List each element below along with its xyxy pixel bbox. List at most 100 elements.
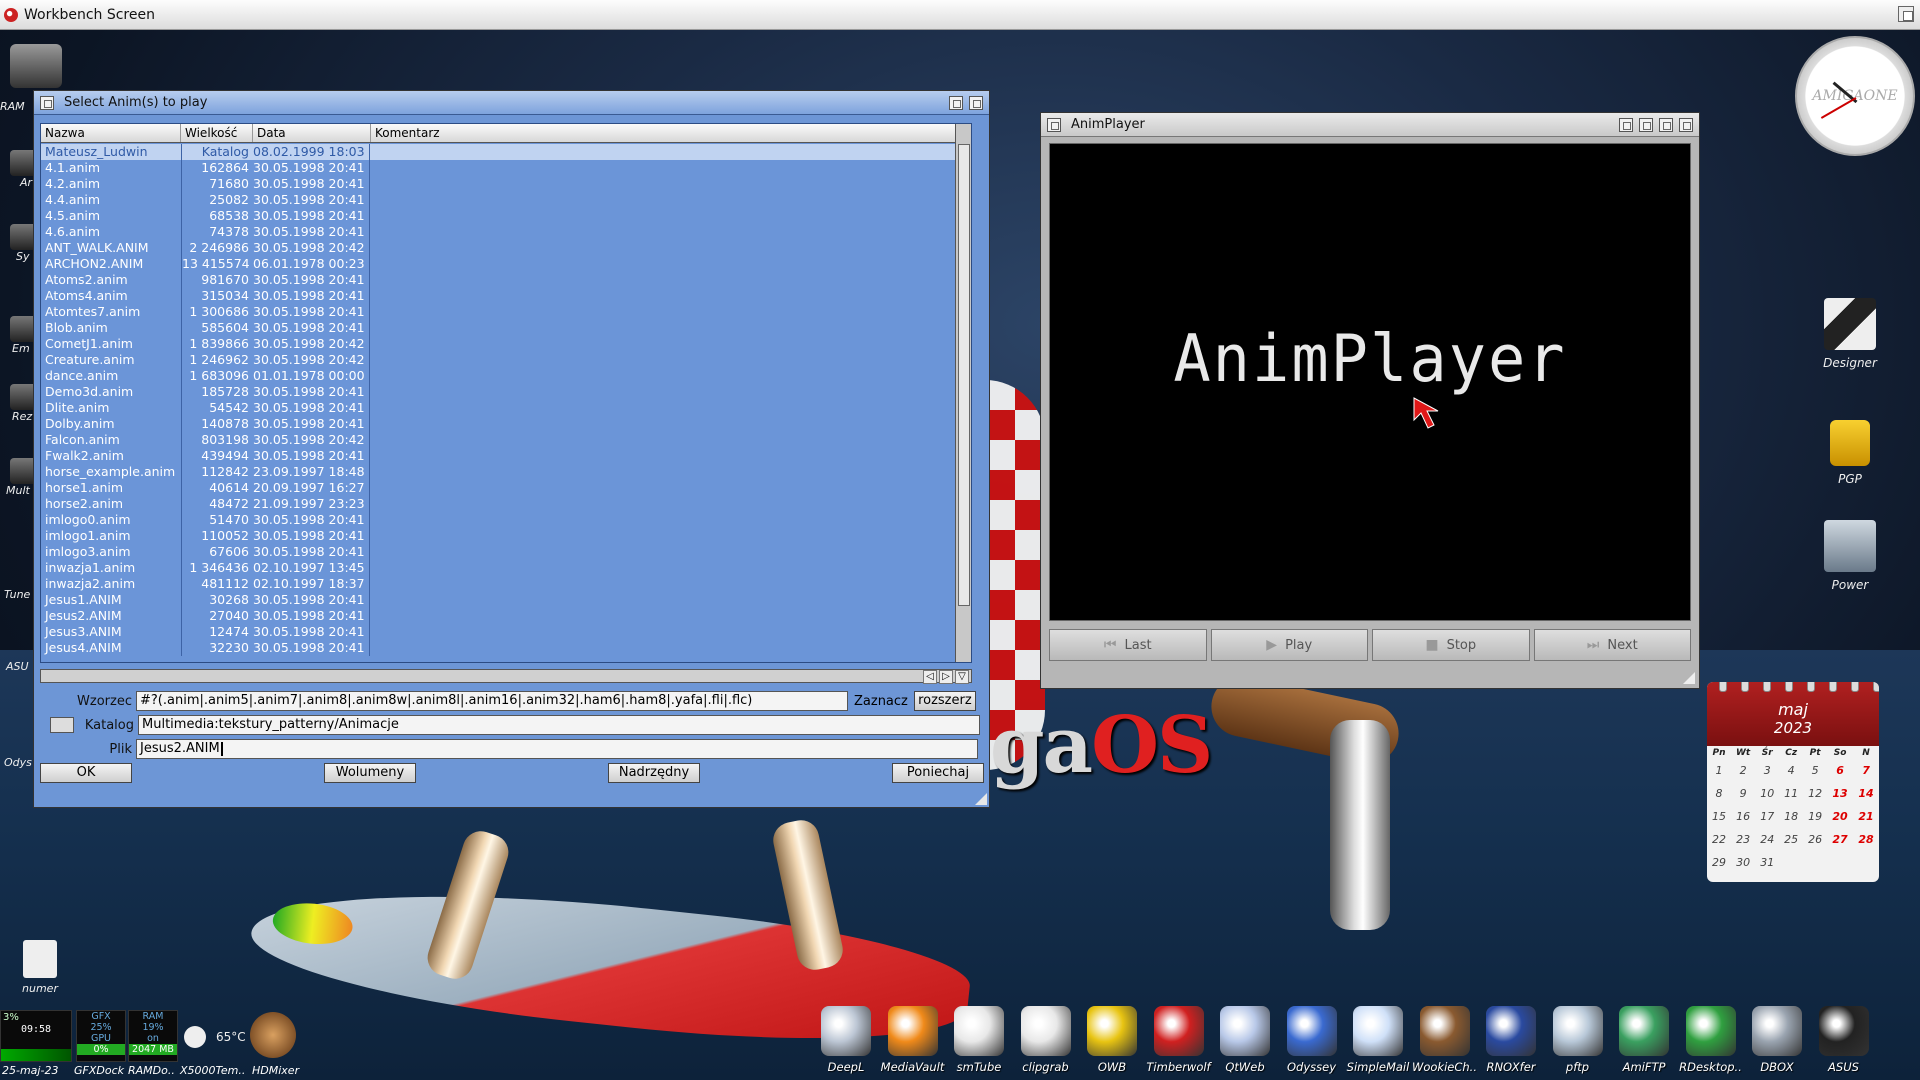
parent-button[interactable]: Nadrzędny — [608, 763, 700, 783]
dock-item-simplemail[interactable]: SimpleMail — [1344, 1006, 1412, 1080]
calendar-day[interactable]: 4 — [1779, 759, 1803, 782]
file-row[interactable]: horse2.anim 48472 21.09.1997 23:23 — [41, 496, 961, 512]
dock-item-rdesktop[interactable]: RDesktop.. — [1677, 1006, 1745, 1080]
dock-item-asus[interactable]: ASUS — [1810, 1006, 1878, 1080]
stop-button[interactable]: ■ Stop — [1372, 629, 1530, 661]
file-row[interactable]: horse_example.anim 112842 23.09.1997 18:48 — [41, 464, 961, 480]
calendar-day[interactable]: 5 — [1803, 759, 1827, 782]
next-button[interactable]: ⏭ Next — [1533, 629, 1691, 661]
calendar-day[interactable]: 17 — [1755, 805, 1779, 828]
drawer-field[interactable]: Multimedia:tekstury_patterny/Animacje — [138, 715, 980, 735]
file-row[interactable]: Blob.anim 585604 30.05.1998 20:41 — [41, 320, 961, 336]
calendar-day[interactable]: 14 — [1853, 782, 1879, 805]
calendar-day[interactable]: 19 — [1803, 805, 1827, 828]
calendar-day[interactable]: 8 — [1707, 782, 1731, 805]
player-titlebar[interactable]: AnimPlayer — [1041, 113, 1699, 137]
column-comment[interactable]: Komentarz — [371, 124, 957, 142]
file-row[interactable]: horse1.anim 40614 20.09.1997 16:27 — [41, 480, 961, 496]
horizontal-scrollbar[interactable]: ◁ ▷ ▽ — [40, 669, 972, 684]
calendar-day[interactable]: 22 — [1707, 828, 1731, 851]
file-row[interactable]: Fwalk2.anim 439494 30.05.1998 20:41 — [41, 448, 961, 464]
calendar-day[interactable]: 9 — [1731, 782, 1755, 805]
dock-item-deepl[interactable]: DeepL — [812, 1006, 880, 1080]
file-row[interactable]: Jesus1.ANIM 30268 30.05.1998 20:41 — [41, 592, 961, 608]
calendar-day[interactable]: 6 — [1827, 759, 1853, 782]
file-row[interactable]: imlogo1.anim 110052 30.05.1998 20:41 — [41, 528, 961, 544]
dock-item-mediavault[interactable]: MediaVault — [879, 1006, 947, 1080]
desktop-icon-numer[interactable]: numer — [10, 940, 70, 995]
file-row[interactable]: inwazja2.anim 481112 02.10.1997 18:37 — [41, 576, 961, 592]
dock-item-rnoxfer[interactable]: RNOXfer — [1477, 1006, 1545, 1080]
file-row[interactable]: 4.6.anim 74378 30.05.1998 20:41 — [41, 224, 961, 240]
calendar-day[interactable]: 21 — [1853, 805, 1879, 828]
dock-item-qtweb[interactable]: QtWeb — [1211, 1006, 1279, 1080]
dock-item-owb[interactable]: OWB — [1078, 1006, 1146, 1080]
calendar-day[interactable]: 13 — [1827, 782, 1853, 805]
dock-item-pftp[interactable]: pftp — [1544, 1006, 1612, 1080]
calendar-day[interactable]: 27 — [1827, 828, 1853, 851]
file-row[interactable]: Atoms4.anim 315034 30.05.1998 20:41 — [41, 288, 961, 304]
pattern-field[interactable]: #?(.anim|.anim5|.anim7|.anim8|.anim8w|.a… — [136, 691, 848, 711]
file-row[interactable]: Dlite.anim 54542 30.05.1998 20:41 — [41, 400, 961, 416]
file-row[interactable]: dance.anim 1 683096 01.01.1978 00:00 — [41, 368, 961, 384]
calendar-day[interactable]: 15 — [1707, 805, 1731, 828]
file-row[interactable]: Dolby.anim 140878 30.05.1998 20:41 — [41, 416, 961, 432]
file-field[interactable]: Jesus2.ANIM — [136, 739, 978, 759]
calendar-day[interactable]: 30 — [1731, 851, 1755, 874]
dock-item-timberwolf[interactable]: Timberwolf — [1145, 1006, 1213, 1080]
dock-item-amiftp[interactable]: AmiFTP — [1610, 1006, 1678, 1080]
file-row[interactable]: 4.4.anim 25082 30.05.1998 20:41 — [41, 192, 961, 208]
desktop-icon-power[interactable]: Power — [1800, 520, 1900, 592]
dock-item-wookiech[interactable]: WookieCh.. — [1411, 1006, 1479, 1080]
directory-row[interactable]: Mateusz_Ludwin Katalog 08.02.1999 18:03 — [41, 144, 961, 160]
dock-item-odyssey[interactable]: Odyssey — [1278, 1006, 1346, 1080]
desktop-icon-pgp[interactable]: PGP — [1800, 420, 1900, 486]
file-row[interactable]: Atoms2.anim 981670 30.05.1998 20:41 — [41, 272, 961, 288]
scroll-down-arrow-icon[interactable]: ▽ — [955, 670, 969, 684]
calendar-day[interactable]: 1 — [1707, 759, 1731, 782]
file-row[interactable]: ANT_WALK.ANIM 2 246986 30.05.1998 20:42 — [41, 240, 961, 256]
calendar-day[interactable]: 24 — [1755, 828, 1779, 851]
file-row[interactable]: imlogo3.anim 67606 30.05.1998 20:41 — [41, 544, 961, 560]
dock-item-dbox[interactable]: DBOX — [1743, 1006, 1811, 1080]
file-requester-window[interactable]: Select Anim(s) to play Nazwa Wielkość Da… — [33, 90, 990, 808]
analog-clock[interactable]: AMIGAONE — [1795, 36, 1915, 156]
ok-button[interactable]: OK — [40, 763, 132, 783]
iconify-gadget-icon[interactable] — [1619, 118, 1633, 132]
calendar-day[interactable]: 28 — [1853, 828, 1879, 851]
depth-gadget-icon[interactable] — [1679, 118, 1693, 132]
calendar-day[interactable]: 12 — [1803, 782, 1827, 805]
calendar-day[interactable]: 2 — [1731, 759, 1755, 782]
drawer-checkbox[interactable] — [50, 717, 74, 733]
volumes-button[interactable]: Wolumeny — [324, 763, 416, 783]
calendar-day[interactable]: 26 — [1803, 828, 1827, 851]
dock-item-smtube[interactable]: smTube — [945, 1006, 1013, 1080]
expand-button[interactable]: rozszerz — [913, 691, 976, 711]
calendar-day[interactable]: 20 — [1827, 805, 1853, 828]
screen-titlebar[interactable]: Workbench Screen — [0, 0, 1920, 30]
column-size[interactable]: Wielkość — [181, 124, 253, 142]
cancel-button[interactable]: Poniechaj — [892, 763, 984, 783]
file-row[interactable]: Falcon.anim 803198 30.05.1998 20:42 — [41, 432, 961, 448]
calendar-day[interactable]: 31 — [1755, 851, 1779, 874]
file-list[interactable]: Nazwa Wielkość Data Komentarz Mateusz_Lu… — [40, 123, 972, 663]
desktop-icon-designer[interactable]: Designer — [1800, 298, 1900, 370]
snapshot-gadget-icon[interactable] — [1639, 118, 1653, 132]
last-button[interactable]: ⏮ Last — [1049, 629, 1207, 661]
play-button[interactable]: ▶ Play — [1210, 629, 1368, 661]
file-row[interactable]: CometJ1.anim 1 839866 30.05.1998 20:42 — [41, 336, 961, 352]
scroll-knob[interactable] — [958, 144, 970, 606]
calendar-day[interactable]: 16 — [1731, 805, 1755, 828]
requester-titlebar[interactable]: Select Anim(s) to play — [34, 91, 989, 115]
file-row[interactable]: 4.5.anim 68538 30.05.1998 20:41 — [41, 208, 961, 224]
file-row[interactable]: imlogo0.anim 51470 30.05.1998 20:41 — [41, 512, 961, 528]
column-date[interactable]: Data — [253, 124, 371, 142]
calendar-day[interactable]: 18 — [1779, 805, 1803, 828]
file-row[interactable]: inwazja1.anim 1 346436 02.10.1997 13:45 — [41, 560, 961, 576]
screen-depth-gadget[interactable] — [1898, 6, 1914, 22]
ram-disk-icon[interactable] — [10, 44, 62, 88]
calendar-day[interactable]: 10 — [1755, 782, 1779, 805]
file-row[interactable]: Atomtes7.anim 1 300686 30.05.1998 20:41 — [41, 304, 961, 320]
calendar-day[interactable]: 3 — [1755, 759, 1779, 782]
file-row[interactable]: ARCHON2.ANIM 13 415574 06.01.1978 00:23 — [41, 256, 961, 272]
